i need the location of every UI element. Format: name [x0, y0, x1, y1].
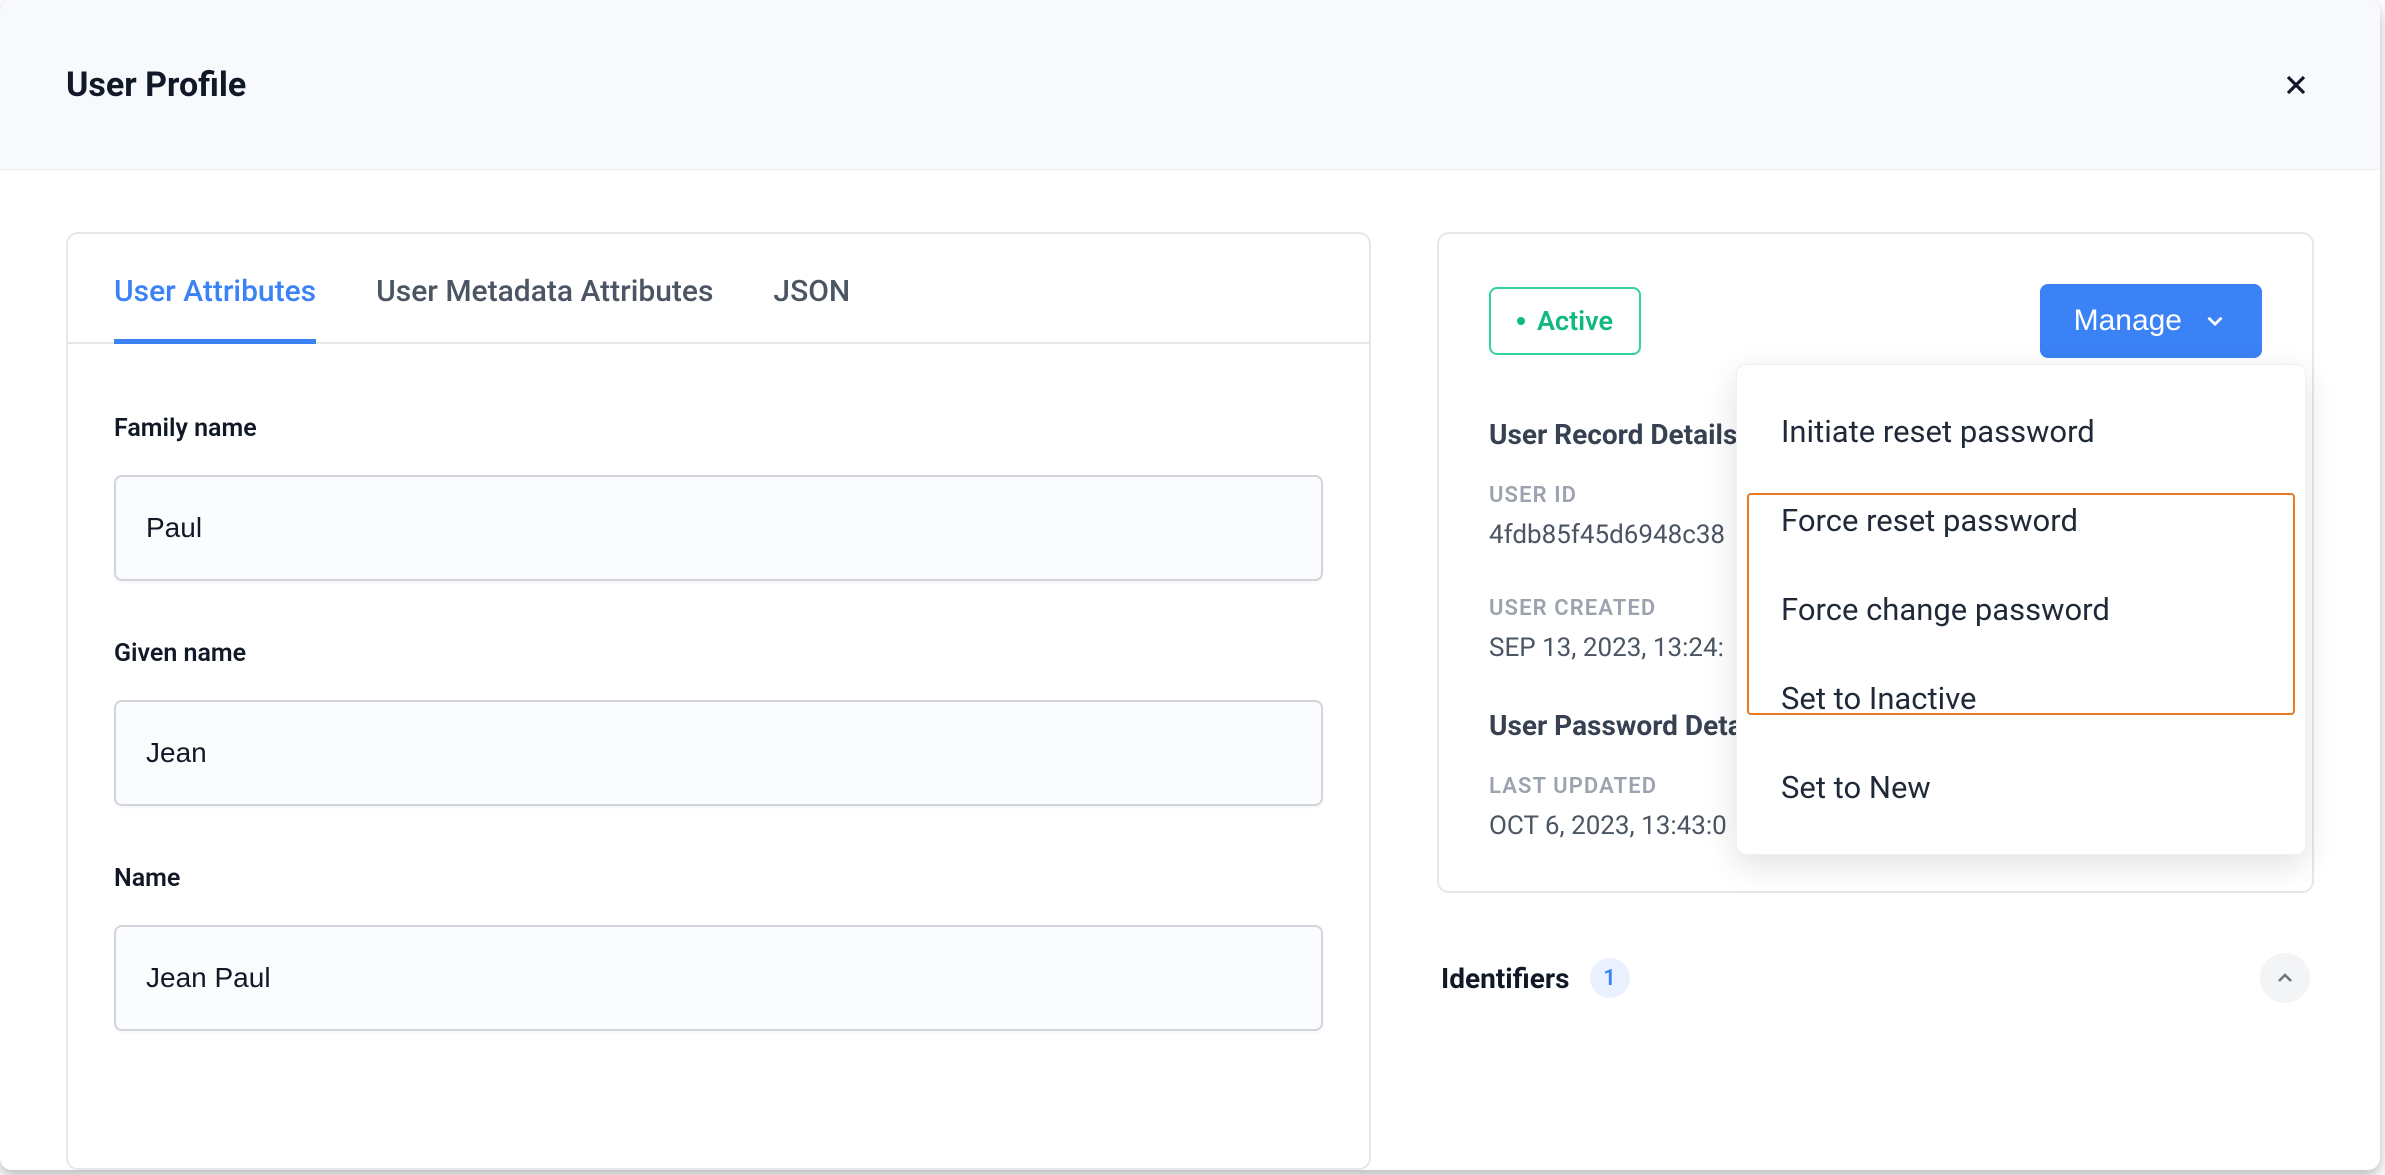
label-name: Name — [114, 864, 1323, 893]
identifiers-toggle-button[interactable] — [2260, 953, 2310, 1003]
status-dot-icon — [1517, 317, 1525, 325]
field-family-name: Family name — [114, 414, 1323, 581]
modal-body: User Attributes User Metadata Attributes… — [0, 170, 2380, 1170]
identifiers-row: Identifiers 1 — [1437, 953, 2314, 1003]
modal-header: User Profile — [0, 0, 2380, 170]
label-family-name: Family name — [114, 414, 1323, 443]
identifiers-title: Identifiers — [1441, 962, 1570, 995]
left-column: User Attributes User Metadata Attributes… — [66, 232, 1371, 1170]
menu-set-to-inactive[interactable]: Set to Inactive — [1737, 654, 2305, 743]
menu-set-to-new[interactable]: Set to New — [1737, 743, 2305, 832]
chevron-down-icon — [2202, 308, 2228, 334]
label-given-name: Given name — [114, 639, 1323, 668]
status-badge: Active — [1489, 287, 1641, 355]
tab-user-metadata-attributes[interactable]: User Metadata Attributes — [376, 274, 713, 344]
identifiers-left: Identifiers 1 — [1441, 958, 1630, 998]
modal-container: User Profile User Attributes User Metada… — [0, 0, 2380, 1170]
status-header-row: Active Manage — [1489, 284, 2262, 358]
status-badge-label: Active — [1537, 305, 1613, 337]
menu-force-change-password[interactable]: Force change password — [1737, 565, 2305, 654]
status-card: Active Manage User Record Details USER I… — [1437, 232, 2314, 893]
input-name[interactable] — [114, 925, 1323, 1031]
menu-force-reset-password[interactable]: Force reset password — [1737, 476, 2305, 565]
tab-json[interactable]: JSON — [773, 274, 850, 344]
manage-button-label: Manage — [2074, 304, 2182, 338]
close-icon — [2280, 69, 2312, 101]
attributes-card: User Attributes User Metadata Attributes… — [66, 232, 1371, 1170]
manage-button[interactable]: Manage — [2040, 284, 2262, 358]
input-given-name[interactable] — [114, 700, 1323, 806]
tabs-row: User Attributes User Metadata Attributes… — [68, 234, 1369, 344]
tab-user-attributes[interactable]: User Attributes — [114, 274, 316, 344]
input-family-name[interactable] — [114, 475, 1323, 581]
right-column: Active Manage User Record Details USER I… — [1437, 232, 2314, 1170]
manage-dropdown: Initiate reset password Force reset pass… — [1736, 364, 2306, 855]
identifiers-count-badge: 1 — [1590, 958, 1630, 998]
page-title: User Profile — [66, 65, 246, 105]
menu-initiate-reset-password[interactable]: Initiate reset password — [1737, 387, 2305, 476]
close-button[interactable] — [2274, 63, 2318, 107]
form-area: Family name Given name Name — [68, 344, 1369, 1081]
field-given-name: Given name — [114, 639, 1323, 806]
field-name: Name — [114, 864, 1323, 1031]
chevron-up-icon — [2273, 966, 2297, 990]
